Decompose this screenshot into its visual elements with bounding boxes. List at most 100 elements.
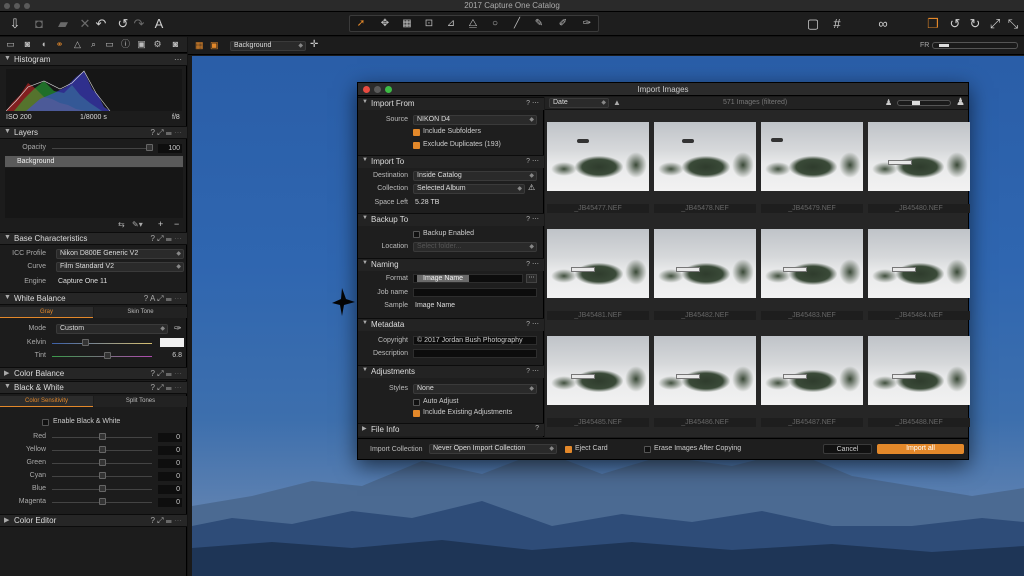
bw-red-knob[interactable]: [99, 433, 106, 440]
loupe-icon[interactable]: ▦: [398, 17, 416, 31]
expand-arrow-icon[interactable]: ▶: [4, 369, 9, 377]
metadata-tab-icon[interactable]: ⓘ: [120, 39, 131, 50]
thumbnail-cell[interactable]: _JB45484.NEF: [868, 229, 971, 333]
thumbnail-cell[interactable]: _JB45478.NEF: [654, 122, 757, 226]
thumbnail-image[interactable]: [547, 336, 649, 405]
bw-magenta-value[interactable]: 0: [158, 498, 182, 507]
rotate-right-icon[interactable]: ↻: [966, 15, 984, 33]
tool-options-icons[interactable]: ? ⤢ ☰ ⋯: [150, 369, 182, 379]
enable-bw-checkbox[interactable]: [42, 419, 49, 426]
tool-options-icons[interactable]: ? ⤢ ☰ ⋯: [150, 128, 182, 138]
thumbnail-image[interactable]: [761, 336, 863, 405]
lens-tab-icon[interactable]: ◖: [38, 39, 49, 50]
import-icon[interactable]: ⇩: [6, 15, 24, 33]
opacity-slider-knob[interactable]: [146, 144, 153, 151]
layers-icon[interactable]: ❐: [924, 15, 942, 33]
text-tool-icon[interactable]: A: [150, 15, 168, 33]
collapse-arrow-icon[interactable]: ▼: [4, 383, 11, 390]
pan-icon[interactable]: ✥: [376, 17, 394, 31]
include-subfolders-checkbox[interactable]: [413, 129, 420, 136]
format-options-button[interactable]: ⋯: [526, 274, 537, 283]
expand-arrow-icon[interactable]: ▶: [4, 516, 9, 524]
thumbnail-cell[interactable]: _JB45479.NEF: [761, 122, 864, 226]
tab-gray[interactable]: Gray: [0, 307, 93, 318]
sort-direction-icon[interactable]: ▲: [613, 98, 621, 107]
expand-arrow-icon[interactable]: ▶: [362, 425, 367, 432]
file-info-header[interactable]: ▶ File Info ?: [358, 423, 544, 436]
import-from-header[interactable]: ▼ Import From ? ⋯: [358, 97, 544, 110]
opacity-slider[interactable]: [52, 148, 150, 149]
collection-select[interactable]: Selected Album ◆: [413, 184, 525, 194]
color-editor-header[interactable]: ▶ Color Editor ? ⤢ ☰ ⋯: [0, 514, 187, 527]
thumbnail-cell[interactable]: _JB45483.NEF: [761, 229, 864, 333]
kelvin-slider-knob[interactable]: [82, 339, 89, 346]
layer-row-background[interactable]: Background: [5, 156, 183, 167]
tint-slider[interactable]: [52, 356, 152, 357]
bw-green-value[interactable]: 0: [158, 459, 182, 468]
thumbnail-image[interactable]: [547, 229, 649, 298]
metadata-header[interactable]: ▼ Metadata ? ⋯: [358, 318, 544, 331]
thumbnail-image[interactable]: [547, 122, 649, 191]
bw-blue-knob[interactable]: [99, 485, 106, 492]
tool-options-icons[interactable]: ? ⤢ ☰ ⋯: [150, 234, 182, 244]
description-input[interactable]: [413, 349, 537, 358]
help-icon[interactable]: ?: [535, 425, 539, 432]
format-field[interactable]: Image Name: [413, 274, 523, 283]
color-tab-icon[interactable]: ⚭: [54, 39, 65, 50]
import-collection-select[interactable]: Never Open Import Collection ◆: [429, 444, 557, 454]
collapse-arrow-icon[interactable]: ▼: [4, 128, 11, 135]
collapse-arrow-icon[interactable]: ▼: [4, 55, 11, 62]
collapse-arrow-icon[interactable]: ▼: [362, 215, 368, 221]
bw-green-knob[interactable]: [99, 459, 106, 466]
straighten-icon[interactable]: ⊿: [442, 17, 460, 31]
collapse-arrow-icon[interactable]: ▼: [4, 294, 11, 301]
thumbnail-image[interactable]: [654, 229, 756, 298]
thumbnail-size-slider[interactable]: [897, 100, 951, 106]
dialog-minimize-button[interactable]: [374, 86, 381, 93]
histogram-icon[interactable]: ▢: [804, 15, 822, 33]
layers-header[interactable]: ▼ Layers ? ⤢ ☰ ⋯: [0, 126, 187, 139]
help-more-icons[interactable]: ? ⋯: [526, 157, 539, 165]
viewer-single-icon[interactable]: ▣: [210, 40, 219, 51]
output-tab-icon[interactable]: ▣: [136, 39, 147, 50]
import-all-button[interactable]: Import all: [877, 444, 964, 454]
thumbnail-image[interactable]: [868, 229, 970, 298]
eraser-icon[interactable]: ✐: [554, 17, 572, 31]
tint-value[interactable]: 6.8: [160, 351, 184, 360]
redo-icon[interactable]: ↷: [130, 15, 148, 33]
viewer-zoom-control[interactable]: [932, 42, 1018, 49]
color-picker-icon[interactable]: ✑: [578, 17, 596, 31]
auto-adjust-checkbox[interactable]: [413, 399, 420, 406]
layer-tools-icon[interactable]: ⇆: [118, 220, 125, 229]
camera-icon[interactable]: ◘: [30, 15, 48, 33]
bw-red-value[interactable]: 0: [158, 433, 182, 442]
tab-skin-tone[interactable]: Skin Tone: [94, 307, 187, 318]
help-more-icons[interactable]: ? ⋯: [526, 215, 539, 223]
expand-icon[interactable]: ⤢: [986, 15, 1004, 33]
spot-icon[interactable]: ○: [486, 17, 504, 31]
thumbnail-cell[interactable]: _JB45486.NEF: [654, 336, 757, 440]
adjustments-header[interactable]: ▼ Adjustments ? ⋯: [358, 365, 544, 378]
rotate-left-icon[interactable]: ↺: [946, 15, 964, 33]
exclude-duplicates-checkbox[interactable]: [413, 142, 420, 149]
help-more-icons[interactable]: ? ⋯: [526, 260, 539, 268]
batch-tab-icon[interactable]: ◙: [170, 39, 181, 50]
thumbnail-cell[interactable]: _JB45487.NEF: [761, 336, 864, 440]
crop-icon[interactable]: ⊡: [420, 17, 438, 31]
shrink-icon[interactable]: ⤡: [1004, 15, 1022, 33]
thumbnail-image[interactable]: [868, 122, 970, 191]
undo-icon[interactable]: ↶: [92, 15, 110, 33]
copyright-input[interactable]: © 2017 Jordan Bush Photography: [413, 336, 537, 345]
curve-select[interactable]: Film Standard V2 ◆: [56, 262, 184, 272]
add-layer-icon[interactable]: +: [158, 219, 163, 229]
kelvin-value[interactable]: [160, 338, 184, 347]
import-to-header[interactable]: ▼ Import To ? ⋯: [358, 155, 544, 168]
remove-layer-icon[interactable]: −: [174, 219, 179, 229]
thumbnail-size-knob[interactable]: [912, 101, 920, 105]
thumbnail-image[interactable]: [761, 229, 863, 298]
thumbnail-cell[interactable]: _JB45482.NEF: [654, 229, 757, 333]
white-balance-header[interactable]: ▼ White Balance ? A ⤢ ☰ ⋯: [0, 292, 187, 305]
collapse-arrow-icon[interactable]: ▼: [362, 99, 368, 105]
tool-options-icons[interactable]: ? ⤢ ☰ ⋯: [150, 516, 182, 526]
more-icon[interactable]: ⋯: [174, 55, 182, 64]
